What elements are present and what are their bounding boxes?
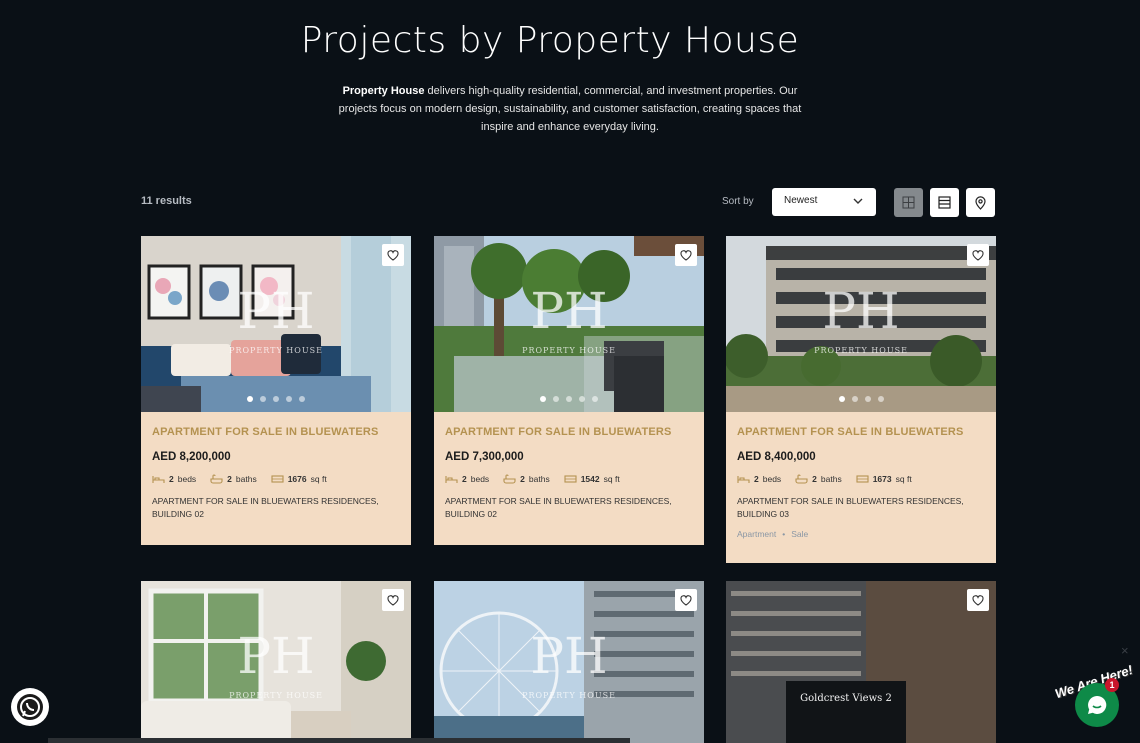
heart-icon <box>680 594 692 606</box>
heart-icon <box>680 249 692 261</box>
carousel-dot[interactable] <box>864 396 871 402</box>
area-icon <box>564 475 577 483</box>
map-view-button[interactable] <box>966 188 995 217</box>
heart-icon <box>387 249 399 261</box>
favorite-button[interactable] <box>382 589 404 611</box>
carousel-dot[interactable] <box>877 396 884 402</box>
property-card[interactable]: PH PROPERTY HOUSE <box>434 581 704 743</box>
tag-type[interactable]: Apartment <box>737 529 776 539</box>
whatsapp-icon <box>17 694 43 720</box>
property-card[interactable]: PH PROPERTY HOUSE APARTMENT FOR SALE IN … <box>141 236 411 545</box>
sort-select[interactable]: Newest <box>772 188 876 216</box>
grid-view-icon <box>902 196 915 209</box>
sort-value: Newest <box>784 195 818 206</box>
tower-entrance-photo: Goldcrest Views 2 <box>726 581 996 743</box>
property-photo[interactable]: PH PROPERTY HOUSE <box>141 236 411 412</box>
chat-close-button[interactable]: × <box>1121 643 1129 658</box>
area-icon <box>856 475 869 483</box>
carousel-dot[interactable] <box>592 396 598 402</box>
property-meta: 2 beds 2 baths 1542 sq ft <box>445 474 693 484</box>
carousel-dot[interactable] <box>540 396 546 402</box>
property-description: APARTMENT FOR SALE IN BLUEWATERS RESIDEN… <box>737 496 964 519</box>
carousel-dot[interactable] <box>838 396 845 402</box>
intro-text: Property House delivers high-quality res… <box>325 82 815 136</box>
property-meta: 2 beds 2 baths 1676 sq ft <box>152 474 400 484</box>
area-icon <box>271 475 284 483</box>
favorite-button[interactable] <box>382 244 404 266</box>
grid-view-button[interactable] <box>894 188 923 217</box>
bath-icon <box>503 474 516 484</box>
bath-icon <box>795 474 808 484</box>
watermark-logo: PH PROPERTY HOUSE <box>522 282 616 355</box>
carousel-dot[interactable] <box>553 396 559 402</box>
heart-icon <box>972 249 984 261</box>
chat-notification-badge: 1 <box>1105 678 1119 692</box>
property-card[interactable]: Goldcrest Views 2 <box>726 581 996 743</box>
property-title[interactable]: APARTMENT FOR SALE IN BLUEWATERS <box>152 426 400 438</box>
bed-icon <box>737 475 750 483</box>
bottom-bar <box>48 738 630 743</box>
carousel-dots <box>434 396 704 402</box>
property-description: APARTMENT FOR SALE IN BLUEWATERS RESIDEN… <box>445 496 672 519</box>
sort-label: Sort by <box>722 196 754 207</box>
carousel-dot[interactable] <box>273 396 279 402</box>
heart-icon <box>387 594 399 606</box>
bath-icon <box>210 474 223 484</box>
property-meta: 2 beds 2 baths 1673 sq ft <box>737 474 985 484</box>
property-price: AED 7,300,000 <box>445 451 524 463</box>
results-count: 11 results <box>141 195 192 207</box>
watermark-logo: PH PROPERTY HOUSE <box>229 627 323 700</box>
carousel-dot[interactable] <box>566 396 572 402</box>
chevron-down-icon <box>853 198 863 204</box>
favorite-button[interactable] <box>967 244 989 266</box>
list-view-icon <box>938 196 951 209</box>
property-photo[interactable]: PH PROPERTY HOUSE <box>726 236 996 412</box>
carousel-dot[interactable] <box>851 396 858 402</box>
favorite-button[interactable] <box>675 244 697 266</box>
page-title: Projects by Property House <box>300 20 800 61</box>
chat-bubble-icon <box>1088 695 1107 714</box>
property-photo[interactable]: Goldcrest Views 2 <box>726 581 996 743</box>
intro-brand: Property House <box>342 85 425 97</box>
map-pin-icon <box>975 195 986 210</box>
property-description: APARTMENT FOR SALE IN BLUEWATERS RESIDEN… <box>152 496 379 519</box>
whatsapp-button[interactable] <box>11 688 49 726</box>
watermark-logo: PH PROPERTY HOUSE <box>522 627 616 700</box>
carousel-dots <box>726 396 996 402</box>
bed-icon <box>152 475 165 483</box>
heart-icon <box>972 594 984 606</box>
carousel-dots <box>141 396 411 402</box>
favorite-button[interactable] <box>967 589 989 611</box>
watermark-logo: PH PROPERTY HOUSE <box>229 282 323 355</box>
building-signage: Goldcrest Views 2 <box>800 693 892 704</box>
property-price: AED 8,200,000 <box>152 451 231 463</box>
carousel-dot[interactable] <box>579 396 585 402</box>
property-tags: Apartment • Sale <box>737 529 985 539</box>
property-title[interactable]: APARTMENT FOR SALE IN BLUEWATERS <box>445 426 693 438</box>
carousel-dot[interactable] <box>260 396 266 402</box>
chat-widget[interactable]: We Are Here! 1 <box>1045 657 1140 727</box>
carousel-dot[interactable] <box>299 396 305 402</box>
favorite-button[interactable] <box>675 589 697 611</box>
list-view-button[interactable] <box>930 188 959 217</box>
watermark-logo: PH PROPERTY HOUSE <box>814 282 908 355</box>
property-card[interactable]: PH PROPERTY HOUSE APARTMENT FOR SALE IN … <box>726 236 996 563</box>
property-photo[interactable]: PH PROPERTY HOUSE <box>434 236 704 412</box>
property-photo[interactable]: PH PROPERTY HOUSE <box>434 581 704 743</box>
tag-separator: • <box>782 529 786 539</box>
property-photo[interactable]: PH PROPERTY HOUSE <box>141 581 411 743</box>
property-card[interactable]: PH PROPERTY HOUSE <box>141 581 411 743</box>
property-price: AED 8,400,000 <box>737 451 816 463</box>
property-card[interactable]: PH PROPERTY HOUSE APARTMENT FOR SALE IN … <box>434 236 704 545</box>
carousel-dot[interactable] <box>286 396 292 402</box>
property-title[interactable]: APARTMENT FOR SALE IN BLUEWATERS <box>737 426 985 438</box>
tag-status[interactable]: Sale <box>791 529 808 539</box>
bed-icon <box>445 475 458 483</box>
carousel-dot[interactable] <box>247 396 253 402</box>
